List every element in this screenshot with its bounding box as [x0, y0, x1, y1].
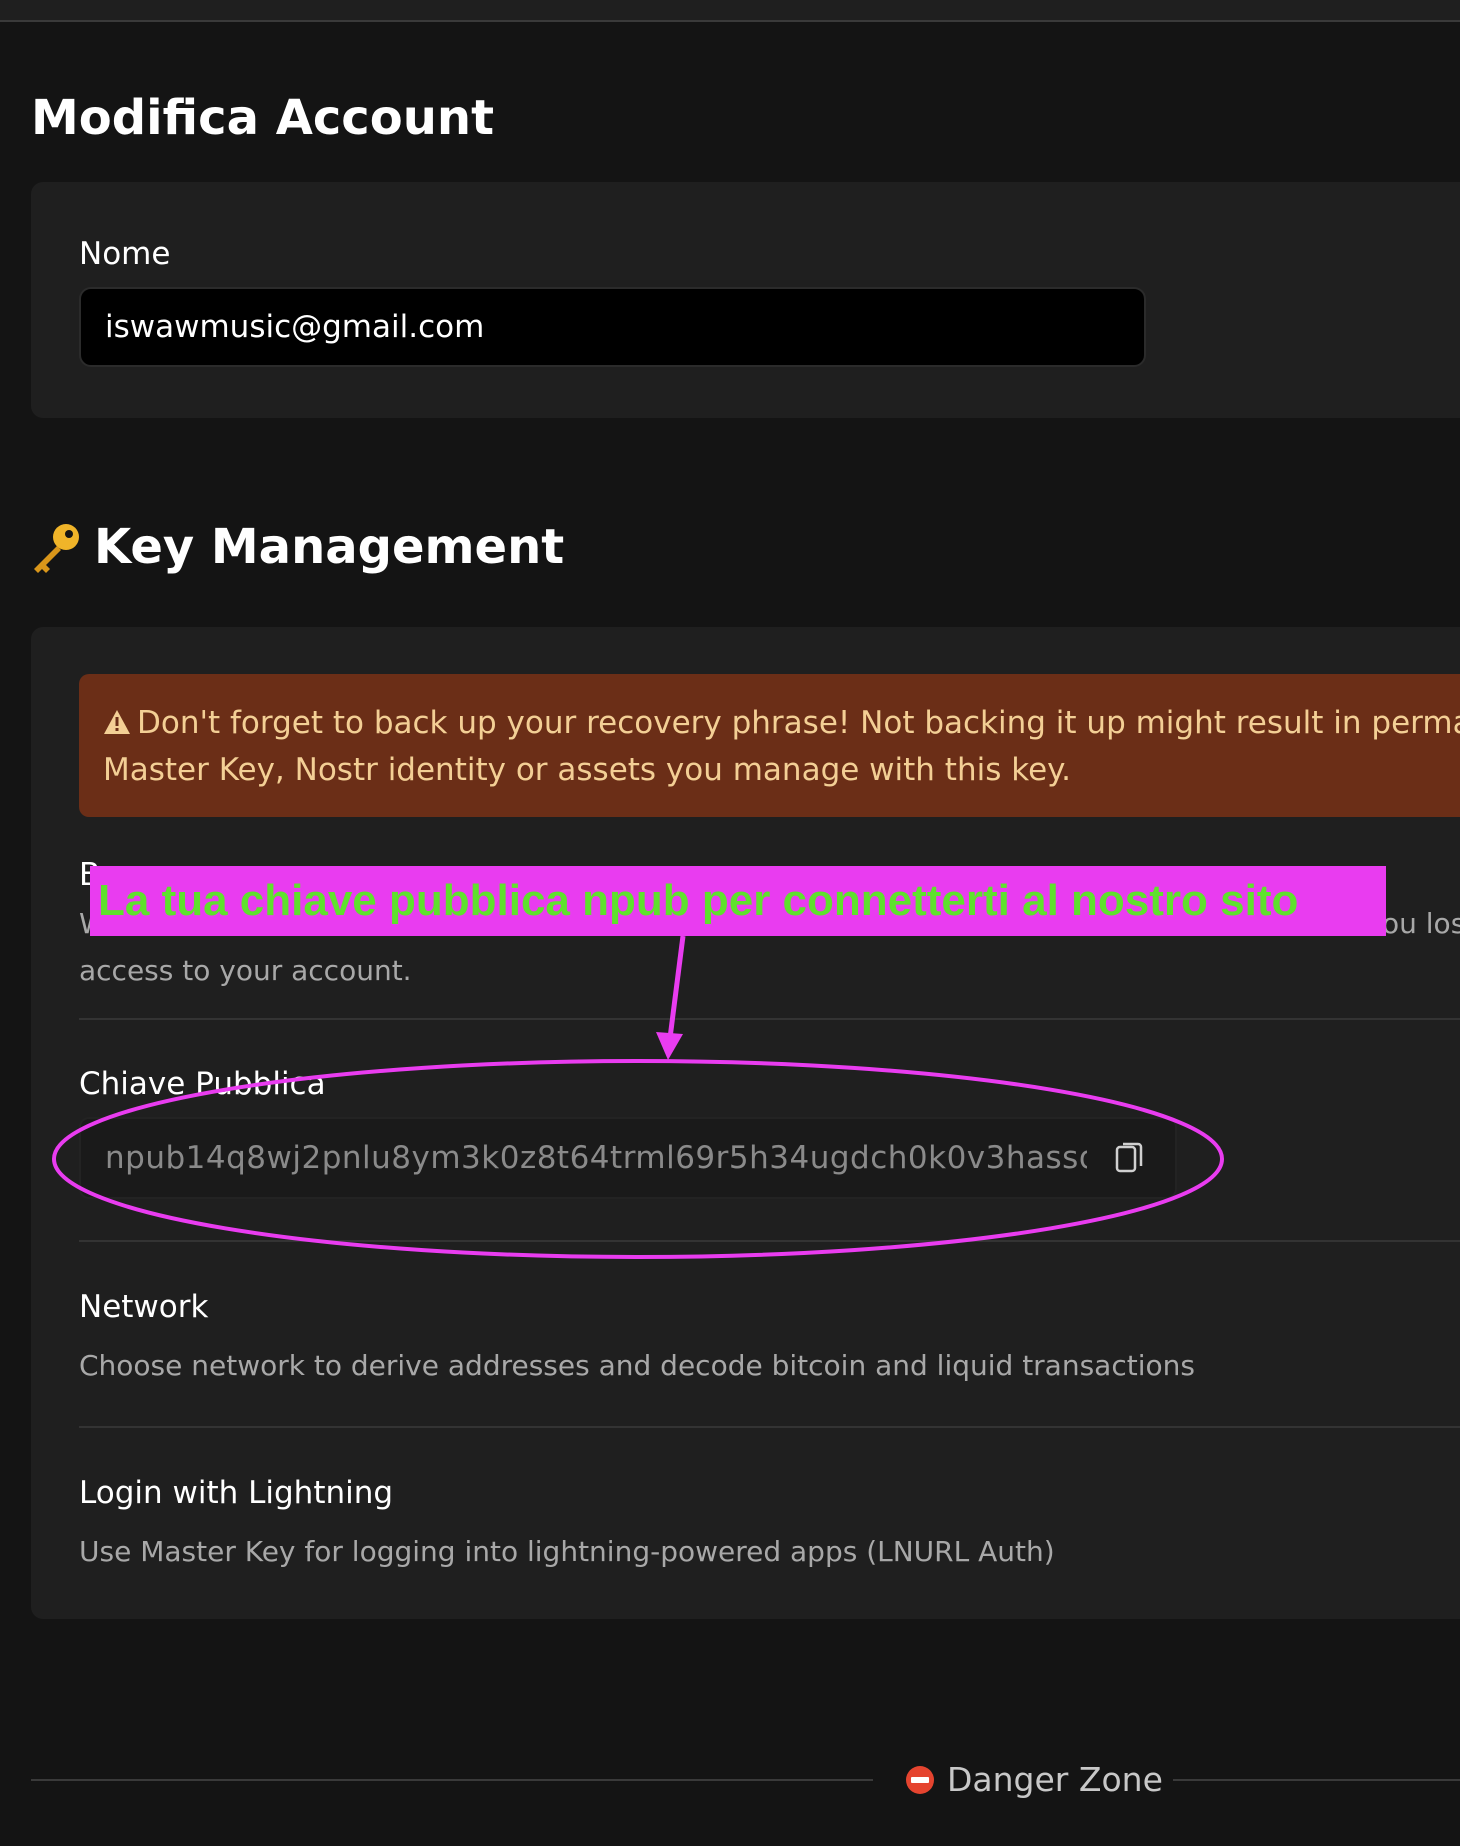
- name-label: Nome: [79, 236, 171, 272]
- public-key-label: Chiave Pubblica: [79, 1066, 326, 1102]
- danger-zone-line-right: [1173, 1779, 1460, 1781]
- network-description: Choose network to derive addresses and d…: [79, 1349, 1195, 1382]
- backup-warning: Don't forget to back up your recovery ph…: [79, 674, 1460, 817]
- public-key-field[interactable]: npub14q8wj2pnlu8ym3k0z8t64trml69r5h34ugd…: [79, 1117, 1177, 1199]
- top-bar: [0, 0, 1460, 22]
- key-management-title: Key Management: [28, 515, 564, 579]
- lightning-login-description: Use Master Key for logging into lightnin…: [79, 1535, 1055, 1568]
- backup-desc-tail: ou los: [1382, 907, 1460, 940]
- key-icon: [28, 519, 84, 575]
- copy-button[interactable]: [1107, 1136, 1151, 1180]
- lightning-login-title: Login with Lightning: [79, 1475, 394, 1511]
- network-title: Network: [79, 1289, 209, 1325]
- danger-zone-line-left: [31, 1779, 873, 1781]
- warning-triangle-icon: [103, 702, 131, 734]
- warning-text-line2: Master Key, Nostr identity or assets you…: [103, 752, 1071, 788]
- no-entry-icon: [906, 1766, 934, 1794]
- danger-zone-label: Danger Zone: [905, 1758, 1163, 1802]
- warning-text-line1: Don't forget to back up your recovery ph…: [137, 705, 1460, 741]
- annotation-banner: La tua chiave pubblica npub per connette…: [90, 866, 1386, 936]
- name-input[interactable]: iswawmusic@gmail.com: [79, 287, 1146, 367]
- page-title: Modifica Account: [31, 90, 495, 146]
- public-key-value[interactable]: npub14q8wj2pnlu8ym3k0z8t64trml69r5h34ugd…: [105, 1140, 1087, 1176]
- key-management-title-text: Key Management: [94, 519, 565, 575]
- divider: [79, 1018, 1460, 1020]
- danger-zone-text: Danger Zone: [947, 1760, 1163, 1799]
- copy-icon: [1115, 1142, 1143, 1173]
- backup-desc-line2: access to your account.: [79, 954, 412, 987]
- divider: [79, 1240, 1460, 1242]
- divider: [79, 1426, 1460, 1428]
